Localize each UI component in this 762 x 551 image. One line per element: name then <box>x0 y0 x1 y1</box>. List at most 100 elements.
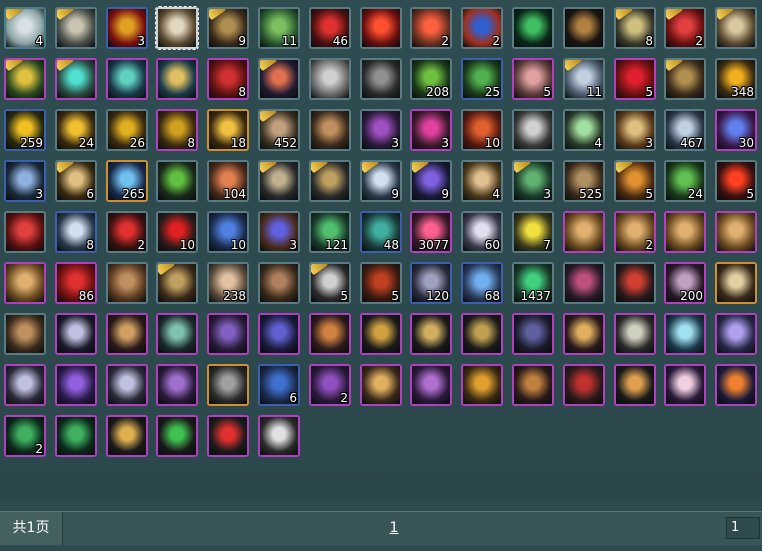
inventory-slot[interactable]: 348 <box>715 58 757 100</box>
page-link-1[interactable]: 1 <box>62 512 726 545</box>
inventory-slot[interactable]: 5 <box>614 160 656 202</box>
inventory-slot[interactable]: 9 <box>410 160 452 202</box>
inventory-slot[interactable] <box>55 364 97 406</box>
inventory-slot[interactable]: 25 <box>461 58 503 100</box>
inventory-slot[interactable]: 4 <box>563 109 605 151</box>
inventory-slot[interactable] <box>664 364 706 406</box>
inventory-slot[interactable] <box>4 262 46 304</box>
inventory-slot[interactable]: 24 <box>664 160 706 202</box>
inventory-slot[interactable] <box>106 262 148 304</box>
inventory-slot[interactable]: 104 <box>207 160 249 202</box>
inventory-slot[interactable] <box>715 313 757 355</box>
inventory-slot[interactable]: 2 <box>664 7 706 49</box>
inventory-slot[interactable]: 2 <box>4 415 46 457</box>
inventory-slot[interactable] <box>106 415 148 457</box>
inventory-slot[interactable]: 2 <box>614 211 656 253</box>
inventory-slot[interactable]: 11 <box>258 7 300 49</box>
inventory-slot[interactable] <box>410 364 452 406</box>
inventory-slot[interactable] <box>106 58 148 100</box>
inventory-slot[interactable] <box>207 415 249 457</box>
inventory-slot[interactable]: 3 <box>614 109 656 151</box>
inventory-slot[interactable] <box>207 364 249 406</box>
inventory-slot[interactable] <box>563 313 605 355</box>
inventory-slot[interactable]: 3 <box>410 109 452 151</box>
inventory-slot[interactable] <box>512 364 554 406</box>
inventory-slot[interactable]: 4 <box>461 160 503 202</box>
inventory-slot[interactable] <box>715 262 757 304</box>
inventory-slot[interactable] <box>156 364 198 406</box>
inventory-slot[interactable]: 60 <box>461 211 503 253</box>
inventory-slot[interactable]: 86 <box>55 262 97 304</box>
inventory-slot[interactable]: 48 <box>360 211 402 253</box>
inventory-slot[interactable]: 30 <box>715 109 757 151</box>
inventory-slot[interactable] <box>614 364 656 406</box>
inventory-slot[interactable] <box>563 364 605 406</box>
inventory-slot[interactable]: 3 <box>512 160 554 202</box>
inventory-slot[interactable] <box>4 313 46 355</box>
inventory-slot[interactable]: 121 <box>309 211 351 253</box>
inventory-slot[interactable] <box>4 211 46 253</box>
page-number-input[interactable]: 1 <box>726 517 760 539</box>
inventory-slot[interactable] <box>309 313 351 355</box>
inventory-slot[interactable]: 24 <box>55 109 97 151</box>
inventory-slot[interactable] <box>106 364 148 406</box>
inventory-slot[interactable] <box>258 415 300 457</box>
inventory-slot[interactable]: 265 <box>106 160 148 202</box>
inventory-slot[interactable]: 259 <box>4 109 46 151</box>
inventory-slot[interactable]: 2 <box>461 7 503 49</box>
inventory-slot[interactable] <box>664 313 706 355</box>
inventory-slot[interactable]: 5 <box>512 58 554 100</box>
inventory-slot[interactable] <box>207 313 249 355</box>
inventory-slot[interactable] <box>664 211 706 253</box>
inventory-slot[interactable] <box>309 58 351 100</box>
inventory-slot[interactable]: 5 <box>614 58 656 100</box>
inventory-slot[interactable]: 10 <box>461 109 503 151</box>
inventory-slot[interactable] <box>614 313 656 355</box>
inventory-slot[interactable]: 7 <box>512 211 554 253</box>
inventory-slot[interactable] <box>360 364 402 406</box>
inventory-slot[interactable] <box>360 313 402 355</box>
inventory-slot[interactable]: 120 <box>410 262 452 304</box>
inventory-slot[interactable] <box>715 7 757 49</box>
inventory-slot[interactable]: 9 <box>360 160 402 202</box>
inventory-slot[interactable] <box>309 160 351 202</box>
inventory-slot[interactable]: 525 <box>563 160 605 202</box>
inventory-slot[interactable]: 6 <box>55 160 97 202</box>
inventory-slot[interactable]: 3 <box>106 7 148 49</box>
inventory-slot[interactable] <box>4 364 46 406</box>
inventory-slot[interactable] <box>512 7 554 49</box>
inventory-slot[interactable]: 3 <box>4 160 46 202</box>
inventory-slot[interactable]: 452 <box>258 109 300 151</box>
inventory-slot[interactable]: 1437 <box>512 262 554 304</box>
inventory-slot[interactable] <box>156 262 198 304</box>
inventory-slot[interactable] <box>258 313 300 355</box>
inventory-slot[interactable] <box>258 262 300 304</box>
inventory-slot[interactable]: 8 <box>55 211 97 253</box>
inventory-slot[interactable]: 3 <box>258 211 300 253</box>
inventory-slot[interactable]: 6 <box>258 364 300 406</box>
inventory-slot[interactable]: 2 <box>309 364 351 406</box>
inventory-slot[interactable]: 208 <box>410 58 452 100</box>
inventory-slot[interactable]: 8 <box>156 109 198 151</box>
inventory-slot[interactable] <box>461 313 503 355</box>
inventory-slot[interactable]: 8 <box>614 7 656 49</box>
inventory-slot[interactable]: 5 <box>309 262 351 304</box>
inventory-slot[interactable] <box>155 6 199 50</box>
inventory-slot[interactable] <box>156 160 198 202</box>
inventory-slot[interactable]: 3077 <box>410 211 452 253</box>
inventory-slot[interactable] <box>715 364 757 406</box>
inventory-slot[interactable] <box>410 313 452 355</box>
inventory-slot[interactable]: 200 <box>664 262 706 304</box>
inventory-slot[interactable] <box>715 211 757 253</box>
inventory-slot[interactable] <box>664 58 706 100</box>
inventory-slot[interactable] <box>55 313 97 355</box>
inventory-slot[interactable] <box>156 415 198 457</box>
inventory-slot[interactable]: 10 <box>156 211 198 253</box>
inventory-slot[interactable] <box>360 58 402 100</box>
inventory-slot[interactable]: 5 <box>715 160 757 202</box>
inventory-slot[interactable]: 2 <box>106 211 148 253</box>
inventory-slot[interactable] <box>55 7 97 49</box>
inventory-slot[interactable] <box>614 262 656 304</box>
inventory-slot[interactable] <box>461 364 503 406</box>
inventory-slot[interactable] <box>106 313 148 355</box>
